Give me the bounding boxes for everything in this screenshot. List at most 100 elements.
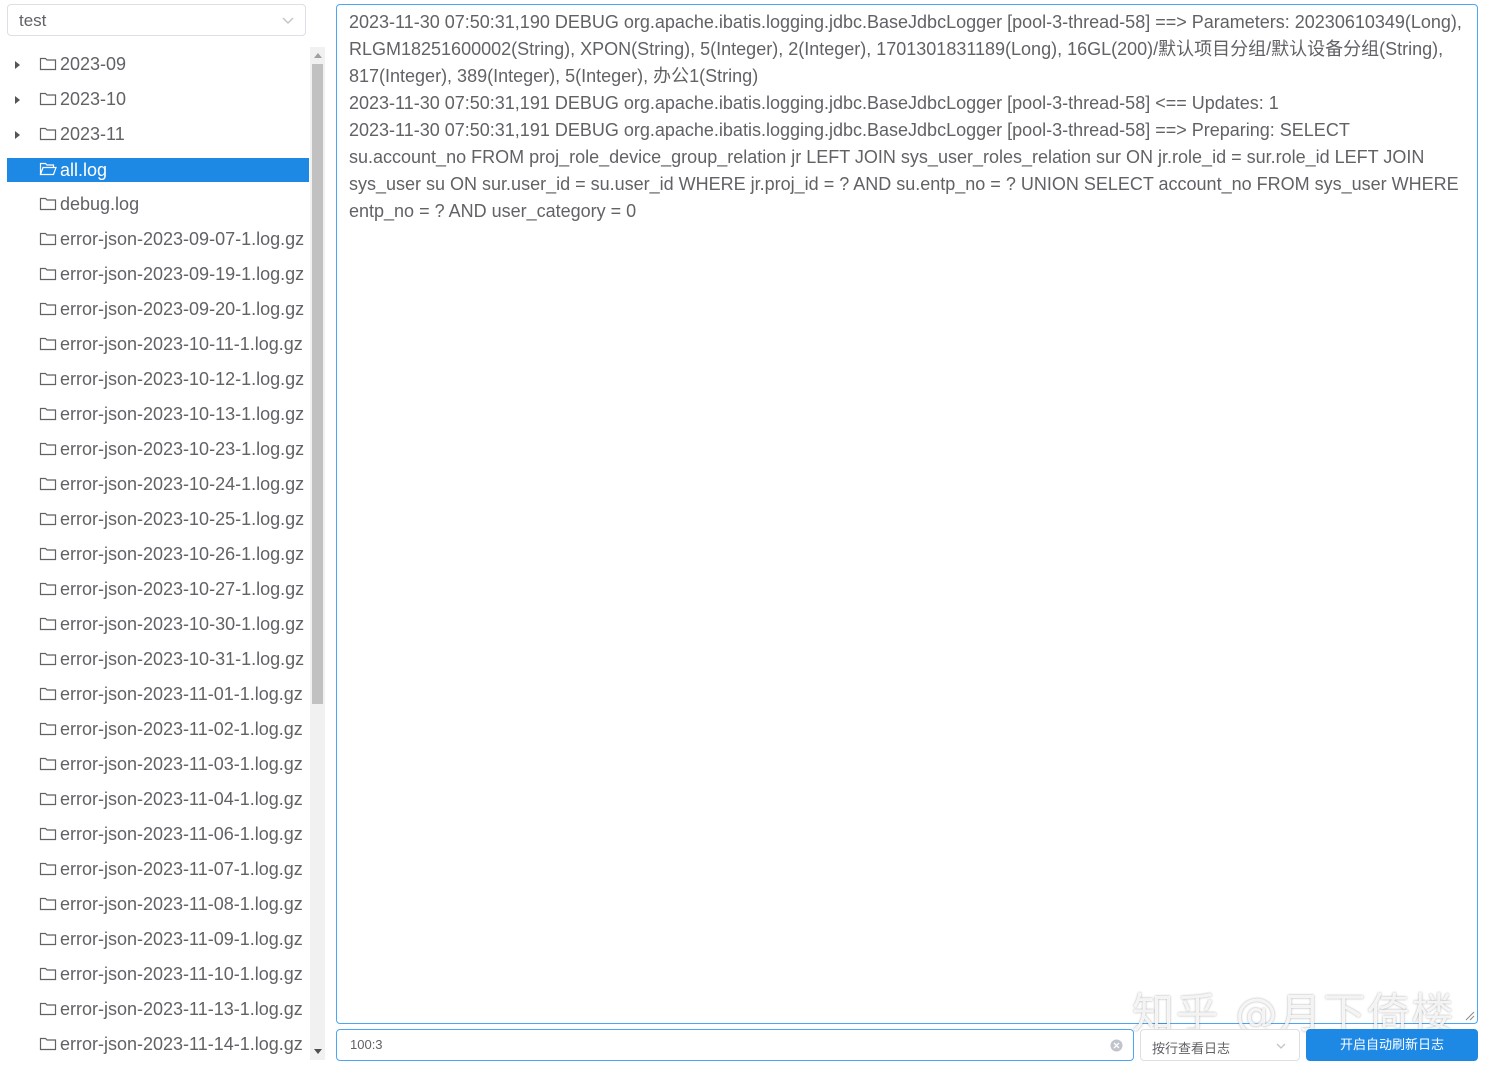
view-mode-value: 按行查看日志: [1152, 1041, 1231, 1056]
tree-node[interactable]: error-json-2023-11-03-1.log.gz: [7, 747, 309, 782]
log-line: 2023-11-30 07:50:31,190 DEBUG org.apache…: [349, 12, 1462, 86]
file-tree: 2023-09 2023-10 2023-11 all.log debug.log err…: [7, 47, 309, 1066]
folder-icon: [39, 722, 57, 736]
tree-node[interactable]: error-json-2023-09-19-1.log.gz: [7, 257, 309, 292]
folder-icon: [39, 407, 57, 421]
tree-scrollbar[interactable]: [310, 47, 325, 1060]
tree-node[interactable]: error-json-2023-10-31-1.log.gz: [7, 642, 309, 677]
auto-refresh-button[interactable]: 开启自动刷新日志: [1306, 1029, 1478, 1061]
folder-icon: [39, 442, 57, 456]
tree-node[interactable]: error-json-2023-11-02-1.log.gz: [7, 712, 309, 747]
folder-icon: [39, 1002, 57, 1016]
line-range-input-wrapper[interactable]: [336, 1029, 1134, 1061]
tree-node[interactable]: error-json-2023-10-25-1.log.gz: [7, 502, 309, 537]
tree-node-label: error-json-2023-11-04-1.log.gz: [60, 789, 303, 809]
file-select[interactable]: test: [7, 4, 306, 36]
tree-node-label: error-json-2023-10-26-1.log.gz: [60, 544, 305, 564]
log-textarea[interactable]: 2023-11-30 07:50:31,190 DEBUG org.apache…: [336, 4, 1478, 1024]
tree-node-label: debug.log: [60, 194, 140, 214]
folder-icon: [39, 57, 57, 71]
tree-node-label: error-json-2023-11-01-1.log.gz: [60, 684, 303, 704]
tree-node-label: all.log: [60, 159, 108, 180]
tree-node[interactable]: 2023-10: [7, 82, 309, 117]
tree-node-label: error-json-2023-09-19-1.log.gz: [60, 264, 305, 284]
line-range-input[interactable]: [348, 1036, 1092, 1053]
folder-icon: [39, 827, 57, 841]
folder-icon: [39, 127, 57, 141]
tree-node[interactable]: error-json-2023-11-07-1.log.gz: [7, 852, 309, 887]
tree-node-label: error-json-2023-11-08-1.log.gz: [60, 894, 303, 914]
tree-node-label: error-json-2023-10-31-1.log.gz: [60, 649, 305, 669]
clear-icon[interactable]: [1110, 1039, 1123, 1052]
tree-node-label: 2023-09: [60, 54, 127, 74]
tree-node-label: error-json-2023-11-02-1.log.gz: [60, 719, 303, 739]
tree-node[interactable]: error-json-2023-10-30-1.log.gz: [7, 607, 309, 642]
tree-node-label: error-json-2023-11-07-1.log.gz: [60, 859, 303, 879]
folder-icon: [39, 92, 57, 106]
tree-node-label: error-json-2023-11-13-1.log.gz: [60, 999, 303, 1019]
folder-icon: [39, 687, 57, 701]
chevron-down-icon: [1276, 1043, 1286, 1049]
folder-icon: [39, 932, 57, 946]
view-mode-select[interactable]: 按行查看日志: [1140, 1029, 1300, 1061]
folder-icon: [39, 337, 57, 351]
folder-icon: [39, 477, 57, 491]
tree-node-label: error-json-2023-10-13-1.log.gz: [60, 404, 305, 424]
folder-icon: [39, 792, 57, 806]
folder-icon: [39, 512, 57, 526]
tree-node-label: error-json-2023-10-23-1.log.gz: [60, 439, 305, 459]
tree-node[interactable]: all.log: [7, 157, 309, 182]
resize-handle-icon[interactable]: [1465, 1011, 1475, 1021]
folder-icon: [39, 1037, 57, 1051]
folder-open-icon: [39, 162, 57, 175]
tree-node[interactable]: 2023-09: [7, 47, 309, 82]
folder-icon: [39, 897, 57, 911]
tree-node[interactable]: error-json-2023-11-14-1.log.gz: [7, 1027, 309, 1062]
tree-node[interactable]: error-json-2023-10-12-1.log.gz: [7, 362, 309, 397]
tree-node[interactable]: error-json-2023-11-10-1.log.gz: [7, 957, 309, 992]
folder-icon: [39, 197, 57, 211]
tree-node[interactable]: 2023-11: [7, 117, 309, 152]
tree-node[interactable]: error-json-2023-11-01-1.log.gz: [7, 677, 309, 712]
tree-node-label: error-json-2023-09-20-1.log.gz: [60, 299, 305, 319]
scroll-up-icon[interactable]: [314, 53, 322, 58]
folder-icon: [39, 302, 57, 316]
caret-right-icon[interactable]: [15, 131, 20, 139]
folder-icon: [39, 582, 57, 596]
tree-node[interactable]: error-json-2023-11-08-1.log.gz: [7, 887, 309, 922]
tree-node[interactable]: error-json-2023-09-07-1.log.gz: [7, 222, 309, 257]
caret-right-icon[interactable]: [15, 96, 20, 104]
tree-node-label: error-json-2023-10-25-1.log.gz: [60, 509, 305, 529]
tree-node[interactable]: error-json-2023-09-20-1.log.gz: [7, 292, 309, 327]
tree-node-label: error-json-2023-11-14-1.log.gz: [60, 1034, 303, 1054]
tree-node-label: error-json-2023-11-10-1.log.gz: [60, 964, 303, 984]
tree-node[interactable]: error-json-2023-10-11-1.log.gz: [7, 327, 309, 362]
tree-node[interactable]: error-json-2023-10-26-1.log.gz: [7, 537, 309, 572]
caret-right-icon[interactable]: [15, 61, 20, 69]
file-select-value: test: [19, 11, 47, 30]
scrollbar-thumb[interactable]: [312, 64, 323, 704]
tree-node[interactable]: error-json-2023-10-24-1.log.gz: [7, 467, 309, 502]
chevron-down-icon: [282, 17, 294, 24]
tree-node-label: error-json-2023-10-11-1.log.gz: [60, 334, 303, 354]
folder-icon: [39, 372, 57, 386]
tree-node[interactable]: error-json-2023-11-06-1.log.gz: [7, 817, 309, 852]
tree-node[interactable]: error-json-2023-10-27-1.log.gz: [7, 572, 309, 607]
folder-icon: [39, 617, 57, 631]
tree-node[interactable]: error-json-2023-10-23-1.log.gz: [7, 432, 309, 467]
tree-node-label: error-json-2023-10-24-1.log.gz: [60, 474, 305, 494]
tree-node[interactable]: error-json-2023-11-09-1.log.gz: [7, 922, 309, 957]
tree-node[interactable]: error-json-2023-11-13-1.log.gz: [7, 992, 309, 1027]
log-line: 2023-11-30 07:50:31,191 DEBUG org.apache…: [349, 93, 1279, 113]
tree-node[interactable]: debug.log: [7, 187, 309, 222]
tree-node-label: error-json-2023-10-30-1.log.gz: [60, 614, 305, 634]
tree-node[interactable]: error-json-2023-10-13-1.log.gz: [7, 397, 309, 432]
tree-node-label: error-json-2023-11-06-1.log.gz: [60, 824, 303, 844]
folder-icon: [39, 652, 57, 666]
tree-node-label: error-json-2023-10-12-1.log.gz: [60, 369, 305, 389]
folder-icon: [39, 757, 57, 771]
scroll-down-icon[interactable]: [314, 1049, 322, 1054]
folder-icon: [39, 232, 57, 246]
tree-node[interactable]: error-json-2023-11-04-1.log.gz: [7, 782, 309, 817]
folder-icon: [39, 267, 57, 281]
